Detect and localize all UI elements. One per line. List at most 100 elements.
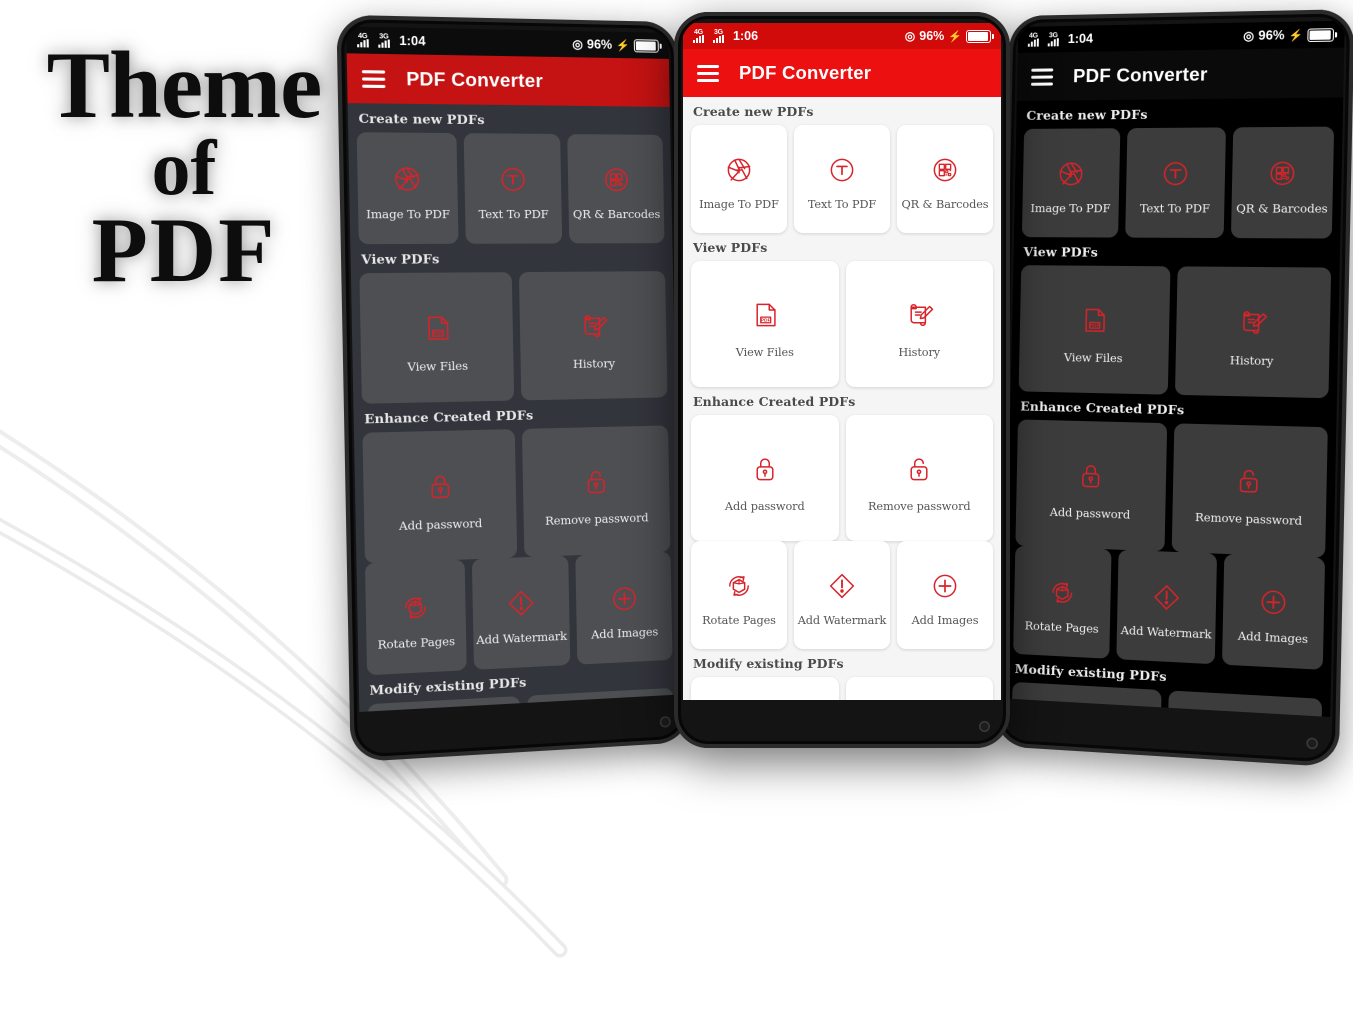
card-grid-4 <box>683 677 1001 700</box>
lock-closed-icon <box>748 446 782 492</box>
tool-card-qr-barcodes[interactable]: QR & Barcodes <box>897 125 993 233</box>
app-title: PDF Converter <box>1073 63 1208 87</box>
tool-card-add-watermark[interactable]: Add Watermark <box>1116 550 1217 665</box>
tool-card-view-files[interactable]: PDF View Files <box>359 272 513 404</box>
tool-card-label: Rotate Pages <box>702 614 776 627</box>
card-grid-3: Rotate Pages Add Watermark Add Images <box>356 551 680 675</box>
card-grid-1: PDF View Files History <box>351 271 676 404</box>
hamburger-menu-icon[interactable] <box>1031 68 1053 85</box>
text-circle-icon <box>825 150 859 190</box>
tool-card-add-watermark[interactable]: Add Watermark <box>472 556 571 670</box>
tool-card-remove-password[interactable]: Remove password <box>521 425 670 557</box>
tool-card-label: QR & Barcodes <box>1236 202 1328 216</box>
tool-card-view-files[interactable]: PDF View Files <box>1019 265 1170 394</box>
qr-code-circle-icon <box>599 159 634 199</box>
tool-card-label: Text To PDF <box>1140 202 1210 215</box>
wifi-icon: ◎ <box>1243 30 1254 43</box>
tool-card-merge-arrows[interactable] <box>846 677 994 700</box>
charging-bolt-icon: ⚡ <box>616 38 630 51</box>
app-bar: PDF Converter <box>683 49 1001 97</box>
plus-circle-icon <box>928 566 962 606</box>
app-bar: PDF Converter <box>1017 48 1345 101</box>
lock-open-icon <box>579 457 614 504</box>
battery-icon <box>634 39 659 53</box>
pdf-file-icon: PDF <box>1076 296 1111 343</box>
tool-card-label: History <box>1230 353 1274 367</box>
rotate-cube-icon <box>1045 571 1080 613</box>
tool-card-arrow-up[interactable] <box>691 677 839 700</box>
tool-card-label: Remove password <box>545 511 649 528</box>
charging-bolt-icon: ⚡ <box>948 30 962 43</box>
tool-card-history[interactable]: History <box>1174 266 1331 398</box>
text-circle-icon <box>495 158 531 199</box>
tool-card-label: Remove password <box>1195 510 1302 527</box>
qr-code-circle-icon <box>1264 152 1301 193</box>
text-circle-icon <box>1158 153 1194 194</box>
tool-card-label: Add password <box>1050 505 1131 521</box>
tool-card-label: Remove password <box>868 500 971 513</box>
tool-card-add-password[interactable]: Add password <box>691 415 839 541</box>
promo-line-1: Theme <box>14 40 354 131</box>
hamburger-menu-icon[interactable] <box>362 70 386 88</box>
rotate-cube-icon <box>397 586 433 629</box>
hamburger-menu-icon[interactable] <box>697 65 719 82</box>
tool-card-rotate-pages[interactable]: Rotate Pages <box>691 541 787 649</box>
tool-card-qr-barcodes[interactable]: QR & Barcodes <box>1231 127 1334 239</box>
phone-screen: 4G 3G 1:04 ◎ 96% ⚡ PDF Converter Create new PDF… <box>1004 21 1345 717</box>
merge-arrows-icon <box>902 695 936 700</box>
tool-card-text-to-pdf[interactable]: Text To PDF <box>1125 127 1226 238</box>
tool-card-label: Add Watermark <box>798 614 887 627</box>
card-grid-0: Image To PDF Text To PDF QR & Barcodes <box>348 132 672 244</box>
plus-circle-icon <box>1255 580 1292 623</box>
card-grid-3: Rotate Pages Add Watermark Add Images <box>1005 545 1333 670</box>
card-grid-1: PDF View Files History <box>683 261 1001 387</box>
scroll-pencil-icon <box>902 292 936 338</box>
main-content: Create new PDFs Image To PDF Text To PDF QR… <box>683 97 1001 700</box>
watermark-diamond-icon <box>1149 576 1185 618</box>
tool-card-rotate-pages[interactable]: Rotate Pages <box>1013 546 1111 659</box>
signal-strength-icon: 4G <box>1028 33 1044 46</box>
merge-arrows-icon <box>1226 712 1262 717</box>
tool-card-add-images[interactable]: Add Images <box>897 541 993 649</box>
tool-card-history[interactable]: History <box>518 271 667 400</box>
tool-card-label: Rotate Pages <box>1025 619 1099 636</box>
tool-card-history[interactable]: History <box>846 261 994 387</box>
svg-text:PDF: PDF <box>433 330 443 336</box>
status-time: 1:04 <box>1068 32 1093 47</box>
section-header-2: Enhance Created PDFs <box>683 387 1001 415</box>
tool-card-add-password[interactable]: Add password <box>1015 419 1166 551</box>
tool-card-text-to-pdf[interactable]: Text To PDF <box>794 125 890 233</box>
main-content: Create new PDFs Image To PDF Text To PDF QR… <box>348 103 681 712</box>
card-grid-0: Image To PDF Text To PDF QR & Barcodes <box>683 125 1001 233</box>
pdf-file-icon: PDF <box>748 292 782 338</box>
tool-card-rotate-pages[interactable]: Rotate Pages <box>365 560 466 676</box>
tool-card-add-password[interactable]: Add password <box>362 429 516 563</box>
tool-card-label: History <box>898 346 940 359</box>
battery-icon <box>1307 28 1334 42</box>
tool-card-image-to-pdf[interactable]: Image To PDF <box>691 125 787 233</box>
section-header-1: View PDFs <box>683 233 1001 261</box>
section-header-0: Create new PDFs <box>348 103 671 135</box>
tool-card-add-watermark[interactable]: Add Watermark <box>794 541 890 649</box>
tool-card-remove-password[interactable]: Remove password <box>846 415 994 541</box>
section-header-0: Create new PDFs <box>1016 97 1343 129</box>
tool-card-label: Add Watermark <box>476 629 567 647</box>
tool-card-label: Add Watermark <box>1121 623 1212 641</box>
tool-card-remove-password[interactable]: Remove password <box>1171 423 1328 558</box>
tool-card-view-files[interactable]: PDF View Files <box>691 261 839 387</box>
tool-card-text-to-pdf[interactable]: Text To PDF <box>463 133 562 244</box>
tool-card-add-images[interactable]: Add Images <box>576 552 673 665</box>
promo-headline: Theme of PDF <box>14 40 354 294</box>
scroll-pencil-icon <box>576 302 611 349</box>
signal-strength-icon: 3G <box>1048 33 1064 46</box>
merge-arrows-icon <box>584 709 619 712</box>
tool-card-add-images[interactable]: Add Images <box>1222 554 1325 670</box>
tool-card-image-to-pdf[interactable]: Image To PDF <box>1022 128 1121 237</box>
lock-closed-icon <box>422 462 458 510</box>
camera-aperture-plus-icon <box>1054 153 1089 193</box>
tool-card-label: View Files <box>407 359 468 373</box>
tool-card-label: Image To PDF <box>699 198 779 211</box>
wifi-icon: ◎ <box>572 38 583 50</box>
tool-card-qr-barcodes[interactable]: QR & Barcodes <box>568 134 665 243</box>
tool-card-image-to-pdf[interactable]: Image To PDF <box>357 132 459 244</box>
